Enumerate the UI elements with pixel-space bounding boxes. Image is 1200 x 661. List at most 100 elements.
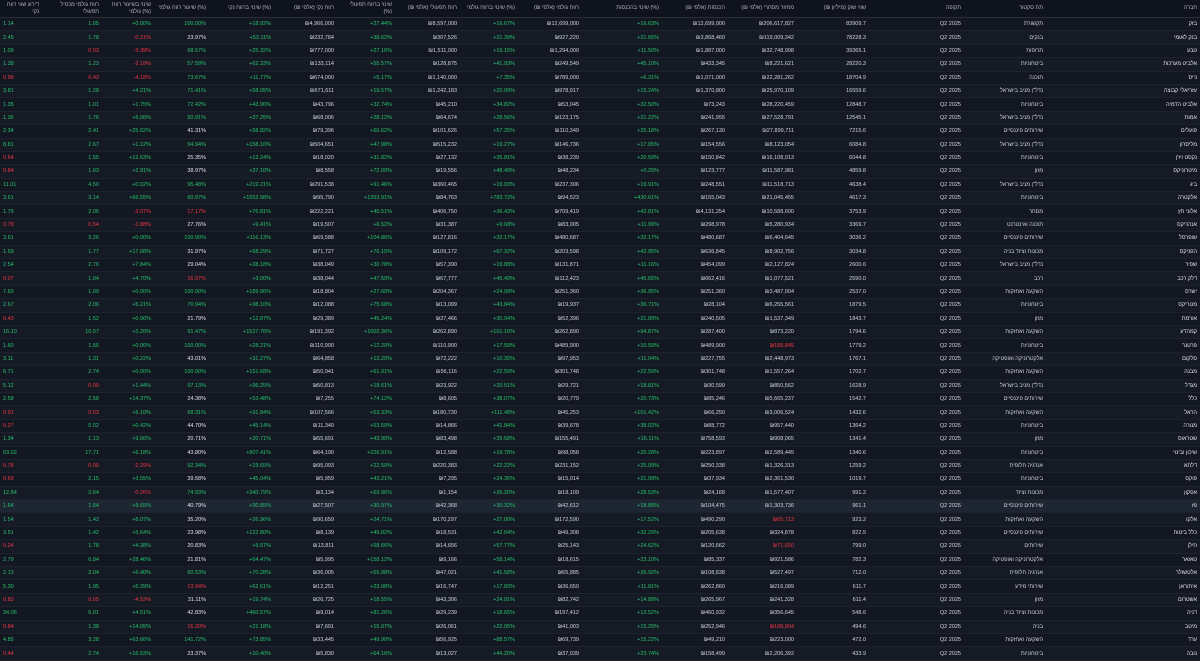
- cell-company[interactable]: הראל: [1046, 405, 1200, 420]
- column-header-gross-profit[interactable]: רווח גולמי (אלפי ₪): [518, 0, 582, 18]
- table-row[interactable]: 0.98 0.43 -4.18% 73.67% +11.77% ₪674,000 +5.17…: [0, 71, 1200, 85]
- cell-company[interactable]: אלקו: [1046, 512, 1200, 527]
- column-header-net-change[interactable]: שינוי ברווח נקי (%): [209, 0, 274, 18]
- table-row[interactable]: 5.12 0.99 +1.44% 97.13% +96.25% ₪50,813 +18.61…: [0, 379, 1200, 393]
- table-row[interactable]: 3.81 1.28 +4.21% 71.41% +58.05% ₪671,611 +19.5…: [0, 84, 1200, 99]
- table-row[interactable]: 1.79 2.06 -3.07% 17.17% +76.81% ₪222,221 +45.5…: [0, 204, 1200, 219]
- cell-company[interactable]: נובה: [1046, 646, 1200, 661]
- table-row[interactable]: 0.69 2.15 +3.55% 39.58% +45.04% ₪5,959 +43.21%…: [0, 472, 1200, 487]
- cell-company[interactable]: טבע: [1046, 44, 1200, 59]
- table-row[interactable]: 6.71 2.74 +0.00% 100.00% +151.68% ₪50,941 +61.…: [0, 365, 1200, 380]
- column-header-op-margin[interactable]: רווח גולמי מכפיל תפעולי: [42, 0, 102, 18]
- table-row[interactable]: 11.01 4.50 +0.02% 95.48% +219.21% ₪291,538 +91…: [0, 178, 1200, 193]
- cell-company[interactable]: אלביט הדמיה: [1046, 97, 1200, 112]
- table-row[interactable]: 0.24 1.78 +4.38% 20.83% +9.57% ₪13,811 +58.66%…: [0, 539, 1200, 554]
- table-row[interactable]: 2.79 6.84 +28.46% 21.81% +64.47% ₪5,995 +158.1…: [0, 553, 1200, 568]
- table-row[interactable]: 1.09 0.93 -3.39% 68.57% +25.32% ₪777,000 +27.1…: [0, 44, 1200, 59]
- cell-company[interactable]: מנורה: [1046, 419, 1200, 434]
- table-row[interactable]: 0.84 1.38 +14.05% 16.20% +21.18% ₪7,691 +15.07…: [0, 620, 1200, 634]
- table-row[interactable]: 1.36 1.76 +6.06% 50.91% +37.25% ₪68,006 +28.12…: [0, 111, 1200, 126]
- table-row[interactable]: 0.07 1.04 +4.70% 16.97% +3.00% ₪38,044 +47.59%…: [0, 271, 1200, 286]
- cell-company[interactable]: דלתא: [1046, 459, 1200, 474]
- cell-company[interactable]: עזריאלי קבוצה: [1046, 84, 1200, 99]
- table-row[interactable]: 2.67 2.06 +5.21% 70.94% +98.10% ₪12,088 +75.68…: [0, 298, 1200, 313]
- table-row[interactable]: 0.78 0.54 -1.88% 27.76% +9.41% ₪19,507 +6.52% ₪…: [0, 218, 1200, 233]
- cell-company[interactable]: פרטנר: [1046, 338, 1200, 353]
- table-row[interactable]: 63.02 17.71 +6.18% 43.80% +807.41% ₪64,190 +22…: [0, 446, 1200, 460]
- cell-company[interactable]: פוקס: [1046, 472, 1200, 487]
- column-header-margin-change[interactable]: שינוי בשיעור רווח גולמי (%): [102, 0, 154, 18]
- table-row[interactable]: 1.54 1.42 +8.07% 35.20% +26.96% ₪90,659 +24.71…: [0, 512, 1200, 527]
- cell-company[interactable]: הפניקס: [1046, 245, 1200, 260]
- cell-company[interactable]: פועלים: [1046, 124, 1200, 139]
- table-row[interactable]: 1.64 1.64 +9.65% 40.79% +30.85% ₪27,507 +30.97…: [0, 499, 1200, 514]
- cell-company[interactable]: מיטב: [1046, 620, 1200, 634]
- table-row[interactable]: 0.27 5.02 +0.42% 44.70% +45.14% ₪11,340 +53.59…: [0, 419, 1200, 434]
- cell-company[interactable]: סלקום: [1046, 352, 1200, 367]
- table-row[interactable]: 0.83 0.65 -4.53% 31.11% +19.74% ₪26,725 +18.55…: [0, 593, 1200, 608]
- cell-company[interactable]: אנרג'יקס: [1046, 218, 1200, 233]
- cell-company[interactable]: אלטשולר: [1046, 566, 1200, 581]
- cell-company[interactable]: נייס: [1046, 71, 1200, 85]
- table-row[interactable]: 2.34 2.41 +25.62% 41.31% +58.82% ₪79,396 +60.6…: [0, 124, 1200, 139]
- column-header-rev-growth[interactable]: שינוי בהכנסות (%): [582, 0, 662, 18]
- cell-company[interactable]: מיטרוניקס: [1046, 164, 1200, 179]
- cell-company[interactable]: אשטרום: [1046, 593, 1200, 608]
- table-row[interactable]: 2.58 2.58 +14.37% 24.38% +53.48% ₪7,255 +74.12…: [0, 392, 1200, 407]
- table-row[interactable]: 0.44 2.74 +16.53% 23.37% +10.40% ₪5,830 +64.16…: [0, 646, 1200, 661]
- table-row[interactable]: 1.60 1.55 +0.00% 100.00% +28.21% ₪110,900 +12.…: [0, 338, 1200, 353]
- table-row[interactable]: 1.14 1.65 +0.00% 100.00% +18.92% ₪4,966,000 +2…: [0, 17, 1200, 32]
- cell-company[interactable]: מבנה: [1046, 365, 1200, 380]
- column-header-sector[interactable]: תת סקטור: [964, 0, 1046, 18]
- table-row[interactable]: 0.78 0.90 -2.29% 92.34% +19.65% ₪95,093 +22.59…: [0, 459, 1200, 474]
- cell-company[interactable]: מליסרון: [1046, 138, 1200, 152]
- column-header-quarter[interactable]: תקופה: [869, 0, 964, 18]
- cell-company[interactable]: קמהדע: [1046, 325, 1200, 340]
- column-header-net-rating[interactable]: דירוג שווי רווח נקי: [0, 0, 42, 18]
- table-row[interactable]: 12.84 2.64 -0.26% 74.93% +340.79% ₪3,134 +69.9…: [0, 486, 1200, 501]
- cell-company[interactable]: בזק: [1046, 17, 1200, 32]
- table-row[interactable]: 3.11 1.31 +0.22% 43.01% +31.27% ₪64,858 +13.20…: [0, 352, 1200, 367]
- cell-company[interactable]: אלביט מערכות: [1046, 57, 1200, 72]
- table-row[interactable]: 16.10 10.57 +3.20% 91.47% +1527.76% ₪191,392 +…: [0, 325, 1200, 340]
- cell-company[interactable]: חילן: [1046, 539, 1200, 554]
- table-row[interactable]: 7.60 1.09 +0.00% 100.00% +189.96% ₪18,804 +27.…: [0, 285, 1200, 300]
- table-row[interactable]: 2.13 2.04 +6.40% 60.53% +70.28% ₪36,005 +55.98…: [0, 566, 1200, 581]
- column-header-op-profit[interactable]: רווח תפעולי (אלפי ₪): [395, 0, 460, 18]
- cell-company[interactable]: אמות: [1046, 111, 1200, 126]
- column-header-revenue-grow[interactable]: הכנסות (אלפי ₪): [662, 0, 728, 18]
- cell-company[interactable]: מגדל: [1046, 379, 1200, 393]
- cell-company[interactable]: שטראוס: [1046, 432, 1200, 447]
- column-header-revenue[interactable]: מחזור מסחרי (אלפי ₪): [728, 0, 797, 18]
- table-row[interactable]: 1.34 1.13 +9.66% 20.71% +20.71% ₪55,691 +43.90…: [0, 432, 1200, 447]
- table-row[interactable]: 0.91 0.53 +5.10% 68.31% +91.84% ₪107,566 +53.3…: [0, 405, 1200, 420]
- cell-company[interactable]: אלוני חץ: [1046, 204, 1200, 219]
- cell-company[interactable]: שיכון ובינוי: [1046, 446, 1200, 460]
- cell-company[interactable]: פז: [1046, 499, 1200, 514]
- table-row[interactable]: 34.06 6.01 +4.51% 42.83% +460.57% ₪9,014 +81.2…: [0, 606, 1200, 621]
- table-row[interactable]: 3.61 3.26 +0.00% 100.00% +116.13% ₪69,588 +104…: [0, 231, 1200, 246]
- cell-company[interactable]: אלקטרה: [1046, 191, 1200, 206]
- table-row[interactable]: 8.81 2.67 +1.12% 94.94% +158.16% ₪504,651 +47.…: [0, 138, 1200, 152]
- column-header-net-profit[interactable]: רווח נקי (אלפי ₪): [274, 0, 337, 18]
- cell-company[interactable]: אפקון: [1046, 486, 1200, 501]
- table-row[interactable]: 1.35 1.01 +1.75% 72.42% +43.96% ₪43,796 +32.74…: [0, 97, 1200, 112]
- cell-company[interactable]: נקסט ויז'ן: [1046, 151, 1200, 166]
- column-header-gross-margin[interactable]: שיעור רווח גולמי (%): [154, 0, 209, 18]
- cell-company[interactable]: מטריקס: [1046, 298, 1200, 313]
- cell-company[interactable]: ישרס: [1046, 285, 1200, 300]
- table-row[interactable]: 0.64 1.55 +12.63% 25.35% +13.24% ₪18,020 +31.8…: [0, 151, 1200, 166]
- cell-company[interactable]: דניה: [1046, 606, 1200, 621]
- table-row[interactable]: 1.38 1.23 -2.18% 57.59% +62.33% ₪133,114 +55.5…: [0, 57, 1200, 72]
- cell-company[interactable]: בנק לאומי: [1046, 30, 1200, 45]
- cell-company[interactable]: ביג: [1046, 178, 1200, 193]
- cell-company[interactable]: דלק רכב: [1046, 271, 1200, 286]
- cell-company[interactable]: שופרסל: [1046, 231, 1200, 246]
- cell-company[interactable]: שפיר: [1046, 258, 1200, 273]
- cell-company[interactable]: כלל ביטוח: [1046, 526, 1200, 541]
- cell-company[interactable]: טאואר: [1046, 553, 1200, 568]
- table-row[interactable]: 2.45 1.78 -0.21% 23.97% +53.11% ₪232,784 +38.6…: [0, 30, 1200, 45]
- table-row[interactable]: 5.30 1.95 +5.39% 13.94% +62.61% ₪12,251 +23.08…: [0, 579, 1200, 594]
- table-row[interactable]: 3.61 3.14 +66.55% 60.97% +1552.98% ₪95,790 +13…: [0, 191, 1200, 206]
- table-row[interactable]: 2.54 2.76 +7.84% 29.04% +28.18% ₪38,049 +30.78…: [0, 258, 1200, 273]
